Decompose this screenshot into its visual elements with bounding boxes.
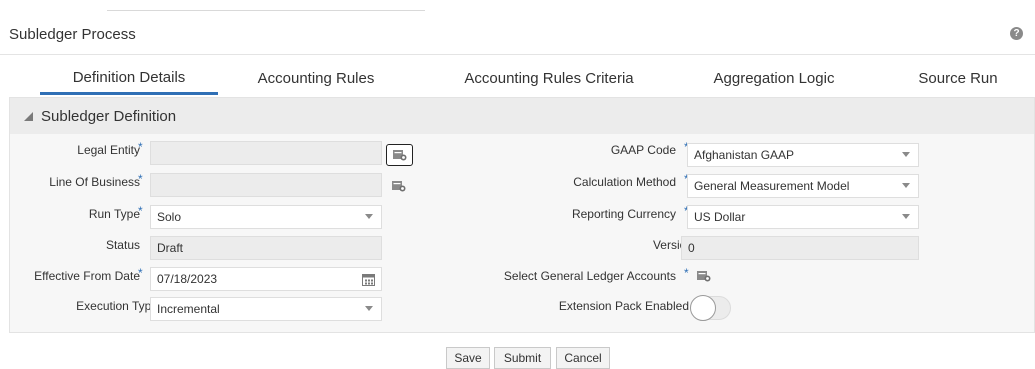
select-gl-accounts-label: Select General Ledger Accounts — [503, 269, 676, 283]
required-asterisk: * — [138, 266, 143, 280]
gaap-code-label: GAAP Code — [610, 143, 676, 157]
chevron-down-icon — [902, 214, 910, 219]
help-icon[interactable]: ? — [1010, 27, 1023, 40]
status-field: Draft — [150, 236, 382, 260]
required-asterisk: * — [684, 266, 689, 280]
status-label: Status — [105, 238, 140, 252]
gaap-code-select[interactable]: Afghanistan GAAP — [687, 143, 919, 167]
calculation-method-label: Calculation Method — [573, 175, 676, 189]
effective-from-date-input[interactable]: 07/18/2023 — [150, 267, 382, 291]
chevron-down-icon — [365, 306, 373, 311]
tab-aggregation-logic[interactable]: Aggregation Logic — [704, 62, 844, 94]
tab-definition-details[interactable]: Definition Details — [40, 62, 218, 95]
tab-source-run[interactable]: Source Run — [912, 62, 1004, 94]
header-separator — [0, 54, 1035, 55]
chevron-down-icon — [902, 152, 910, 157]
collapse-triangle-icon[interactable] — [24, 111, 33, 121]
required-asterisk: * — [138, 172, 143, 186]
reporting-currency-select[interactable]: US Dollar — [687, 205, 919, 229]
extension-pack-enabled-label: Extension Pack Enabled — [558, 299, 689, 313]
execution-type-value: Incremental — [157, 302, 220, 316]
line-of-business-label: Line Of Business — [49, 175, 140, 189]
reporting-currency-value: US Dollar — [694, 210, 746, 224]
run-type-value: Solo — [157, 210, 182, 224]
legal-entity-label: Legal Entity — [77, 143, 140, 157]
legal-entity-lookup-button[interactable] — [386, 144, 413, 166]
gaap-code-value: Afghanistan GAAP — [694, 148, 795, 162]
cancel-button[interactable]: Cancel — [556, 347, 610, 369]
effective-from-date-label: Effective From Date — [34, 269, 140, 283]
calendar-icon[interactable] — [362, 273, 375, 286]
effective-from-date-value: 07/18/2023 — [157, 272, 218, 286]
section-header[interactable]: Subledger Definition — [10, 98, 1034, 134]
extension-pack-toggle[interactable] — [690, 295, 731, 321]
subledger-definition-panel: Subledger Definition Legal Entity * Line… — [9, 97, 1035, 333]
required-asterisk: * — [138, 140, 143, 154]
chevron-down-icon — [365, 214, 373, 219]
tab-accounting-rules[interactable]: Accounting Rules — [250, 62, 382, 94]
execution-type-select[interactable]: Incremental — [150, 297, 382, 321]
tab-accounting-rules-criteria[interactable]: Accounting Rules Criteria — [454, 62, 644, 94]
submit-button[interactable]: Submit — [494, 347, 551, 369]
calculation-method-select[interactable]: General Measurement Model — [687, 174, 919, 198]
calculation-method-value: General Measurement Model — [694, 179, 850, 193]
gl-accounts-lookup-icon[interactable] — [697, 270, 711, 282]
tab-bar: Definition Details Accounting Rules Acco… — [0, 62, 1035, 96]
execution-type-label: Execution Type — [76, 299, 158, 313]
required-asterisk: * — [138, 204, 143, 218]
save-button[interactable]: Save — [446, 347, 490, 369]
header-divider-line — [107, 10, 425, 11]
run-type-label: Run Type — [88, 207, 140, 221]
version-field: 0 — [681, 236, 919, 260]
legal-entity-field[interactable] — [150, 141, 382, 165]
line-of-business-lookup-icon[interactable] — [392, 180, 406, 192]
page-title: Subledger Process — [9, 26, 136, 43]
section-title: Subledger Definition — [41, 107, 177, 125]
lookup-icon — [392, 150, 406, 161]
line-of-business-field[interactable] — [150, 173, 382, 197]
reporting-currency-label: Reporting Currency — [571, 207, 676, 221]
run-type-select[interactable]: Solo — [150, 205, 382, 229]
chevron-down-icon — [902, 183, 910, 188]
toggle-knob — [690, 295, 716, 321]
